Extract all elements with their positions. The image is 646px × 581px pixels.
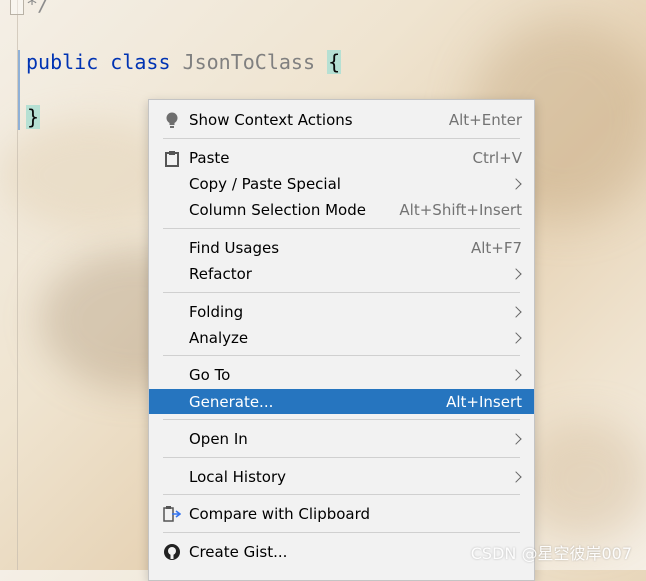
code-line-close-brace: }	[26, 105, 41, 129]
compare-icon	[163, 505, 181, 523]
menu-item-label: Analyze	[189, 329, 249, 347]
chevron-right-icon	[510, 268, 522, 280]
menu-item-shortcut: Alt+Insert	[446, 392, 522, 411]
lightbulb-icon	[163, 111, 181, 129]
menu-item-folding[interactable]: Folding	[149, 299, 534, 325]
menu-item-label: Create Gist...	[189, 543, 288, 561]
change-marker	[18, 50, 20, 130]
menu-item-label: Open In	[189, 430, 248, 448]
menu-separator	[163, 292, 520, 293]
clipboard-icon	[163, 149, 181, 167]
chevron-right-icon	[510, 306, 522, 318]
class-name: JsonToClass	[182, 50, 316, 74]
menu-item-column-selection-mode[interactable]: Column Selection Mode Alt+Shift+Insert	[149, 197, 534, 223]
menu-item-label: Folding	[189, 303, 244, 321]
menu-item-shortcut: Alt+Enter	[448, 111, 522, 129]
menu-item-label: Local History	[189, 468, 287, 486]
menu-item-local-history[interactable]: Local History	[149, 464, 534, 490]
fold-icon[interactable]	[10, 0, 24, 15]
menu-item-show-context-actions[interactable]: Show Context Actions Alt+Enter	[149, 107, 534, 133]
editor-context-menu: Show Context Actions Alt+Enter Paste Ctr…	[148, 99, 535, 581]
watermark: CSDN @星空彼岸007	[470, 544, 632, 563]
menu-item-generate[interactable]: Generate... Alt+Insert	[149, 389, 534, 414]
open-brace: {	[327, 50, 342, 74]
menu-separator	[163, 532, 520, 533]
menu-item-label: Go To	[189, 366, 231, 384]
menu-item-shortcut: Ctrl+V	[472, 149, 522, 167]
menu-item-label: Show Context Actions	[189, 111, 353, 129]
menu-item-label: Copy / Paste Special	[189, 175, 341, 193]
menu-item-label: Compare with Clipboard	[189, 505, 371, 523]
chevron-right-icon	[510, 471, 522, 483]
menu-item-paste[interactable]: Paste Ctrl+V	[149, 145, 534, 171]
chevron-right-icon	[510, 178, 522, 190]
menu-item-label: Find Usages	[189, 239, 280, 257]
menu-item-shortcut: Alt+F7	[470, 239, 522, 257]
menu-item-analyze[interactable]: Analyze	[149, 325, 534, 351]
chevron-right-icon	[510, 369, 522, 381]
menu-item-find-usages[interactable]: Find Usages Alt+F7	[149, 235, 534, 261]
menu-item-label: Column Selection Mode	[189, 201, 366, 219]
menu-item-shortcut: Alt+Shift+Insert	[399, 201, 522, 219]
code-line-class-declaration: public class JsonToClass {	[26, 50, 342, 74]
menu-item-refactor[interactable]: Refactor	[149, 261, 534, 287]
menu-item-open-in[interactable]: Open In	[149, 426, 534, 452]
menu-separator	[163, 494, 520, 495]
menu-item-go-to[interactable]: Go To	[149, 362, 534, 388]
github-icon	[163, 543, 181, 561]
close-brace: }	[26, 105, 41, 129]
menu-separator	[163, 355, 520, 356]
keyword-public: public	[26, 50, 99, 74]
code-comment: */	[26, 0, 51, 16]
menu-item-label: Paste	[189, 149, 230, 167]
menu-separator	[163, 457, 520, 458]
menu-item-label: Generate...	[189, 392, 274, 411]
chevron-right-icon	[510, 433, 522, 445]
menu-separator	[163, 419, 520, 420]
menu-separator	[163, 138, 520, 139]
menu-separator	[163, 228, 520, 229]
menu-item-compare-with-clipboard[interactable]: Compare with Clipboard	[149, 501, 534, 527]
menu-item-label: Refactor	[189, 265, 252, 283]
keyword-class: class	[110, 50, 171, 74]
chevron-right-icon	[510, 332, 522, 344]
menu-item-copy-paste-special[interactable]: Copy / Paste Special	[149, 171, 534, 197]
